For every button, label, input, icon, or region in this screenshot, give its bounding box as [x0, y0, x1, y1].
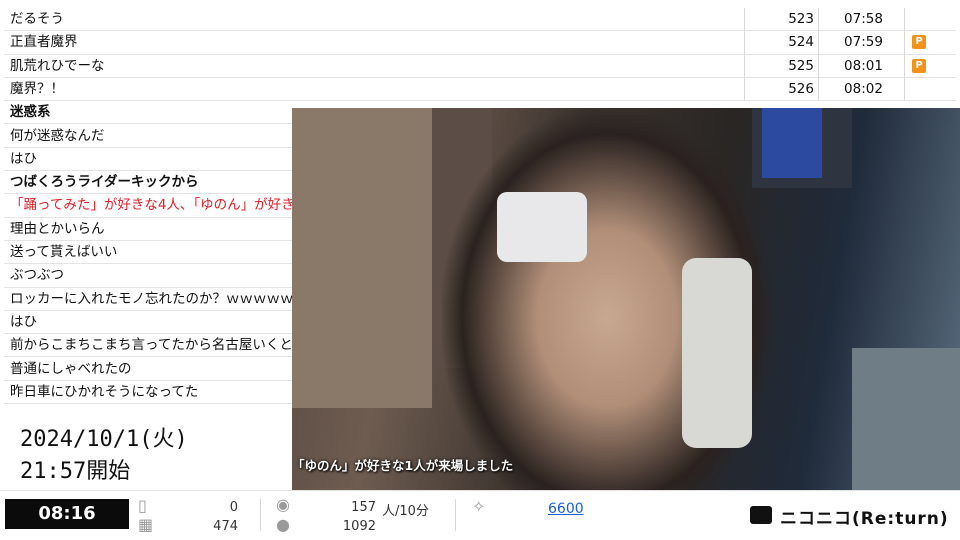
comment-text: はひ: [10, 313, 37, 330]
comment-text: はひ: [10, 150, 37, 167]
comment-text: だるそう: [10, 11, 64, 27]
viewer-count-total: 1092: [342, 519, 376, 534]
comment-row[interactable]: 魔界？！ 526 08:02: [4, 77, 956, 102]
comment-text: ぶつぶつ: [10, 267, 64, 284]
comment-count-recent: 0: [229, 500, 238, 515]
viewer-unit: 人/10分: [382, 504, 429, 519]
premium-column: [904, 8, 956, 31]
comment-number: 525: [744, 54, 818, 77]
comment-text: 理由とかいらん: [10, 220, 105, 237]
comment-row[interactable]: 「踊ってみた」が好きな4人、「ゆのん」が好きな1: [4, 194, 292, 218]
comment-time: 07:59: [818, 31, 908, 54]
ad-icon[interactable]: ✧: [472, 497, 485, 516]
comment-time: 07:58: [818, 8, 908, 31]
comment-row[interactable]: はひ: [4, 148, 292, 172]
comment-row[interactable]: 何が迷惑なんだ: [4, 125, 292, 148]
video-player[interactable]: 「ゆのん」が好きな1人が来場しました: [292, 108, 960, 490]
comment-row[interactable]: 昨日車にひかれそうになってた: [4, 381, 292, 405]
comment-row[interactable]: つばくろうライダーキックから: [4, 171, 292, 195]
comment-row[interactable]: 正直者魔界 524 07:59 P: [4, 31, 956, 55]
comment-text: 送って貰えばいい: [10, 244, 118, 260]
video-phone: [682, 258, 752, 448]
comment-text: 正直者魔界: [10, 34, 78, 51]
live-viewer: だるそう 523 07:58 正直者魔界 524 07:59 P 肌荒れひでーな…: [0, 0, 960, 540]
separator: [455, 499, 456, 531]
comment-row[interactable]: 理由とかいらん: [4, 218, 292, 241]
comment-number: 523: [744, 8, 818, 31]
comment-row[interactable]: ぶつぶつ: [4, 264, 292, 288]
broadcast-start: 21:57開始: [20, 459, 131, 484]
video-building-left: [292, 108, 432, 408]
comment-text: 何が迷惑なんだ: [10, 127, 105, 144]
premium-icon: P: [912, 35, 926, 50]
viewer-icon: ◉: [276, 495, 290, 514]
comment-row[interactable]: はひ: [4, 311, 292, 335]
video-eyepatch: [497, 192, 587, 262]
premium-icon: P: [912, 58, 926, 73]
comment-row[interactable]: 迷惑系: [4, 101, 292, 125]
comment-text: 肌荒れひでーな: [10, 57, 105, 74]
comment-number: 526: [744, 77, 818, 101]
comment-text: 昨日車にひかれそうになってた: [10, 383, 199, 400]
comment-text: 魔界？！: [10, 80, 64, 97]
visitor-icon: ●: [276, 515, 290, 534]
logo-text: ニコニコ(Re:turn): [780, 509, 949, 529]
video-fence: [852, 348, 960, 490]
ad-points-link[interactable]: 6600: [548, 501, 584, 517]
comment-text: 前からこまちこまち言ってたから名古屋いくとは思: [10, 337, 292, 354]
tv-icon: [750, 506, 772, 524]
system-message: 「踊ってみた」が好きな4人、「ゆのん」が好きな1: [10, 197, 292, 214]
status-bar: 08:16 ▯ ▦ 0 474 ◉ ● 157 人/10分 1092 ✧ 660…: [0, 490, 960, 540]
separator: [260, 499, 261, 531]
elapsed-time: 08:16: [5, 499, 129, 529]
comment-row[interactable]: 前からこまちこまち言ってたから名古屋いくとは思: [4, 334, 292, 358]
comment-text: 迷惑系: [10, 104, 51, 121]
comment-row[interactable]: 送って貰えばいい: [4, 241, 292, 265]
comment-text: ロッカーに入れたモノ忘れたのか？ｗｗｗｗｗ: [10, 290, 292, 307]
comment-row[interactable]: ロッカーに入れたモノ忘れたのか？ｗｗｗｗｗ: [4, 288, 292, 311]
comments-icon: ▦: [138, 515, 154, 534]
video-caption: 「ゆのん」が好きな1人が来場しました: [292, 458, 514, 473]
premium-column: [904, 77, 956, 101]
comment-time: 08:02: [818, 77, 908, 101]
comment-row[interactable]: 肌荒れひでーな 525 08:01 P: [4, 54, 956, 78]
broadcast-date: 2024/10/1(火): [20, 427, 188, 452]
comment-row[interactable]: だるそう 523 07:58: [4, 8, 956, 32]
comment-icon: ▯: [138, 496, 147, 515]
comment-count-total: 474: [213, 519, 238, 534]
comment-text: 普通にしゃべれたの: [10, 360, 132, 377]
comment-time: 08:01: [818, 54, 908, 77]
viewer-count-recent: 157: [351, 500, 376, 515]
broadcast-info: 2024/10/1(火) 21:57開始: [20, 424, 280, 488]
comment-text: つばくろうライダーキックから: [10, 174, 199, 191]
comment-number: 524: [744, 31, 818, 54]
comment-row[interactable]: 普通にしゃべれたの: [4, 358, 292, 381]
